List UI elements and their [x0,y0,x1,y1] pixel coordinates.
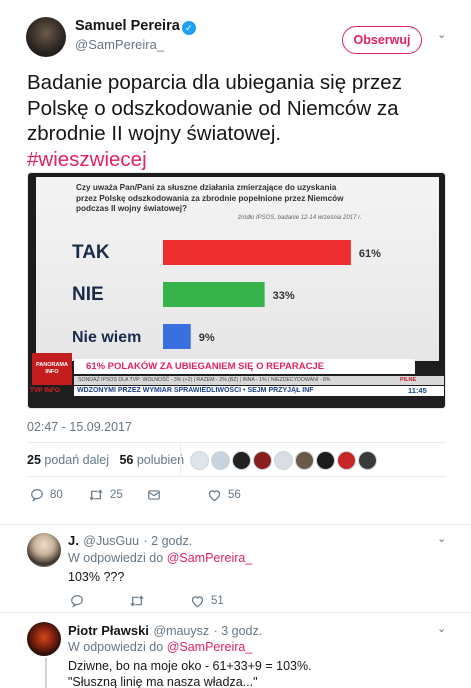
like-action[interactable]: 56 [207,488,241,502]
thread-line [45,658,47,688]
liker-avatar[interactable] [190,451,209,470]
divider [27,442,446,443]
tweet-media[interactable]: Czy uważa Pan/Pani za słuszne działania … [27,172,446,409]
tv-clock: 11:45 [408,386,427,395]
poll-chart: TAK 61% NIE 33% Nie wiem 9% [72,240,381,349]
tweet-text-line: Badanie poparcia dla ubiegania się przez [27,71,402,94]
chevron-down-icon[interactable]: ⌄ [437,532,446,545]
liker-avatar[interactable] [358,451,377,470]
retweet-action[interactable] [129,594,145,608]
reply-icon [31,489,43,502]
panorama-logo-text: PANORAMA INFO [36,362,68,375]
chart-value-label: 9% [199,332,215,344]
liker-avatar[interactable] [316,451,335,470]
in-reply-to: W odpowiedzi do @SamPereira_ [68,551,252,565]
retweets-count[interactable]: 25 [27,453,41,467]
author-handle[interactable]: @SamPereira_ [75,37,164,52]
chart-value-label: 33% [273,290,295,302]
follow-button[interactable]: Obserwuj [342,26,422,54]
retweet-action[interactable]: 25 [88,488,123,502]
liker-avatar[interactable] [211,451,230,470]
in-reply-handle-link[interactable]: @SamPereira_ [167,640,253,654]
divider [27,476,446,477]
chevron-down-icon[interactable]: ⌄ [437,28,446,41]
chevron-down-icon[interactable]: ⌄ [437,622,446,635]
dm-action[interactable] [147,488,161,502]
reply-time[interactable]: · 2 godz. [144,534,193,548]
liker-avatars [190,451,377,470]
author-block[interactable]: Samuel Pereira ✓ [75,17,196,35]
panorama-logo: PANORAMA INFO [32,353,72,385]
in-reply-handle-link[interactable]: @SamPereira_ [167,551,253,565]
author-name[interactable]: Samuel Pereira [75,18,180,34]
engagement-stats: 25 podań dalej 56 polubień [27,453,184,467]
retweet-icon [89,489,103,501]
tweet-text-line: zbrodnie II wojny światowej. [27,122,282,145]
reply-author-handle[interactable]: @JusGuu [83,534,139,548]
like-action[interactable]: 51 [190,594,224,608]
reply-text-line: Dziwne, bo na moje oko - 61+33+9 = 103%. [68,659,312,673]
reply-avatar[interactable] [27,533,61,567]
ticker-text-2: WDZONYMI PRZEZ WYMIAR SPRAWIEDLIWOŚCI • … [77,387,314,394]
reply-time[interactable]: · 3 godz. [214,624,263,638]
retweet-count: 25 [110,489,123,501]
reply-header: Piotr Pławski @mauysz · 3 godz. [68,622,262,640]
reply-author-handle[interactable]: @mauysz [153,624,209,638]
chart-category-label: TAK [72,242,110,263]
verified-badge-icon: ✓ [181,21,196,35]
tweet-timestamp[interactable]: 02:47 - 15.09.2017 [27,420,132,434]
ticker-line-2: WDZONYMI PRZEZ WYMIAR SPRAWIEDLIWOŚCI • … [74,386,444,396]
retweets-label[interactable]: podań dalej [44,453,109,467]
chart-bar [163,324,191,349]
reply-text: Dziwne, bo na moje oko - 61+33+9 = 103%.… [68,658,312,688]
liker-avatar[interactable] [232,451,251,470]
reply-text: 103% ??? [68,570,125,584]
reply-avatar[interactable] [27,622,61,656]
chart-category-label: Nie wiem [72,329,141,346]
reply-header: J. @JusGuu · 2 godz. [68,532,192,550]
in-reply-prefix: W odpowiedzi do [68,551,164,565]
chart-value-label: 61% [359,248,381,260]
author-avatar[interactable] [26,17,66,57]
ticker-text-1: SONDAŻ IPSOS DLA TVP: WOLNOŚĆ - 3% (+2) … [78,377,331,383]
tweet-text: Badanie poparcia dla ubiegania się przez… [27,70,447,172]
ticker-line-1: SONDAŻ IPSOS DLA TVP: WOLNOŚĆ - 3% (+2) … [74,376,444,385]
retweet-icon [130,595,144,607]
reply-text-line: "Słuszną linię ma nasza władza..." [68,675,258,688]
likes-label[interactable]: polubień [137,453,184,467]
heart-icon [208,490,221,502]
chart-bar [163,282,265,307]
reply-action[interactable]: 80 [30,488,63,502]
liker-avatar[interactable] [337,451,356,470]
liker-avatar[interactable] [295,451,314,470]
hashtag-link[interactable]: #wieszwiecej [27,147,447,173]
tv-banner: 61% POLAKÓW ZA UBIEGANIEM SIĘ O REPARACJ… [74,359,415,374]
in-reply-to: W odpowiedzi do @SamPereira_ [68,640,252,654]
chart-category-label: NIE [72,284,104,305]
liker-avatar[interactable] [274,451,293,470]
chart-bar [163,240,351,265]
stats-separator [180,443,181,475]
reply-author-name[interactable]: J. [68,533,79,548]
tweet-text-line: Polskę o odszkodowanie od Niemców za [27,96,399,120]
direct-message-icon [148,490,160,500]
likes-count[interactable]: 56 [119,453,133,467]
ticker-tag: PILNE [400,377,417,383]
channel-logo: TVP INFO [30,387,60,394]
reply-icon [71,595,83,608]
liker-avatar[interactable] [253,451,272,470]
reply-author-name[interactable]: Piotr Pławski [68,623,149,638]
chart-panel: Czy uważa Pan/Pani za słuszne działania … [36,177,439,363]
divider [0,612,471,613]
like-count: 56 [228,489,241,501]
like-count: 51 [211,595,224,607]
heart-icon [191,596,204,608]
reply-action[interactable] [70,594,84,608]
divider [0,524,471,525]
reply-count: 80 [50,489,63,501]
in-reply-prefix: W odpowiedzi do [68,640,164,654]
